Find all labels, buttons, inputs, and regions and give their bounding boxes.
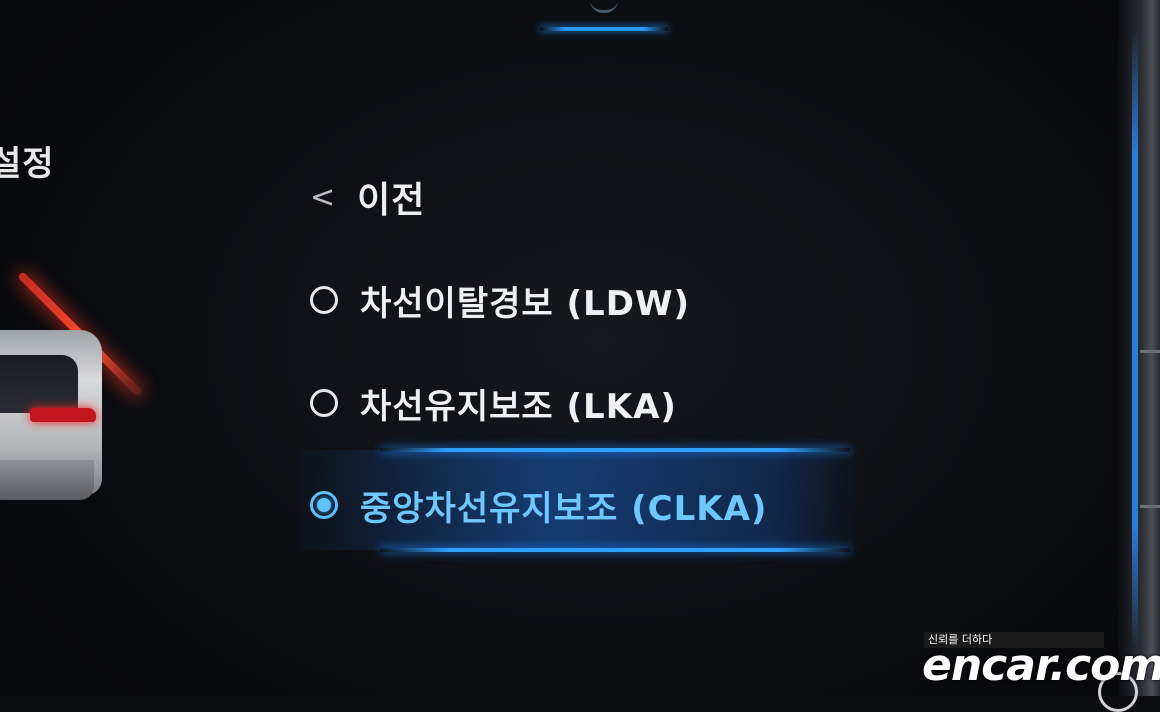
active-tab-indicator	[540, 27, 668, 31]
watermark-brand: encar.com	[922, 640, 1160, 691]
radio-icon[interactable]	[310, 286, 338, 314]
option-lka[interactable]: 차선유지보조 (LKA)	[300, 368, 860, 438]
car-illustration	[0, 260, 170, 520]
car-rear-window	[0, 355, 78, 413]
settings-title: 설정	[0, 144, 55, 184]
option-clka[interactable]: 중앙차선유지보조 (CLKA)	[300, 470, 860, 540]
option-ldw[interactable]: 차선이탈경보 (LDW)	[300, 265, 860, 335]
bezel-glow	[1132, 30, 1138, 650]
menu-tab-icon[interactable]	[590, 0, 618, 13]
back-button[interactable]: < 이전	[310, 172, 425, 222]
car-bumper	[0, 460, 94, 500]
radio-icon[interactable]	[310, 389, 338, 417]
car-taillight	[30, 408, 96, 422]
option-label: 차선유지보조 (LKA)	[360, 386, 677, 427]
selected-highlight-top-line	[380, 448, 850, 452]
bezel-notch	[1140, 505, 1160, 508]
screen-bezel	[1118, 0, 1160, 696]
option-label: 차선이탈경보 (LDW)	[360, 283, 690, 324]
option-label: 중앙차선유지보조 (CLKA)	[360, 488, 768, 529]
radio-selected-icon[interactable]	[310, 491, 338, 519]
back-label: 이전	[357, 180, 426, 221]
chevron-left-icon: <	[310, 179, 336, 215]
bezel-notch	[1140, 350, 1160, 353]
selected-highlight-bottom-line	[380, 548, 850, 552]
cluster-screen: 설정 < 이전 차선이탈경보 (LDW) 차선유지보조 (LKA) 중앙차선유지…	[0, 0, 1160, 712]
